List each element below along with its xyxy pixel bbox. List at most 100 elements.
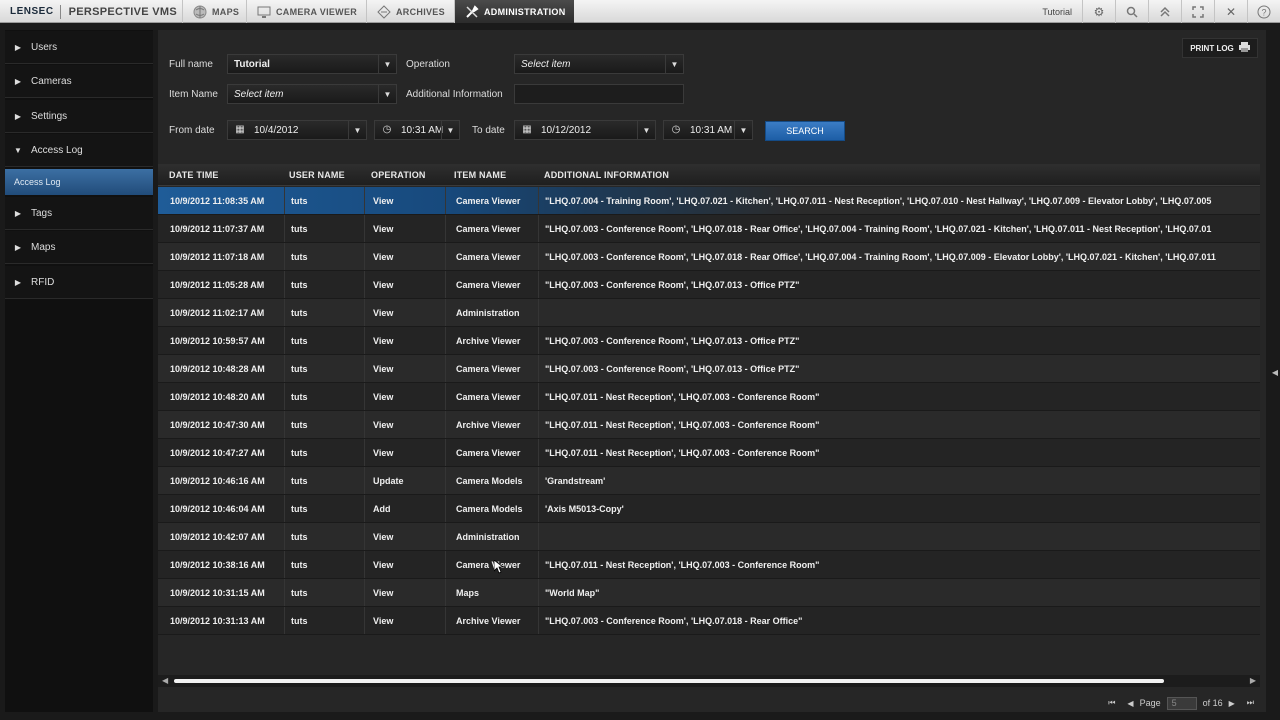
column-divider	[364, 187, 365, 214]
cell-user-name: tuts	[291, 615, 308, 626]
table-row[interactable]: 10/9/2012 11:05:28 AM tuts View Camera View…	[158, 271, 1260, 299]
sidebar-subitem-access-log[interactable]: Access Log	[5, 169, 153, 195]
to-time-picker[interactable]: ◷ 10:31 AM ▼	[663, 120, 753, 140]
table-row[interactable]: 10/9/2012 11:08:35 AM tuts View Camera View…	[158, 187, 1260, 215]
horizontal-scrollbar[interactable]: ◀ ▶	[158, 675, 1260, 687]
scrollbar-thumb[interactable]	[174, 679, 1164, 683]
cell-additional-info: "LHQ.07.011 - Nest Reception', 'LHQ.07.0…	[545, 559, 820, 570]
from-time-picker[interactable]: ◷ 10:31 AM ▼	[374, 120, 460, 140]
additional-info-input[interactable]	[514, 84, 684, 104]
chevron-down-icon[interactable]: ▼	[637, 121, 655, 139]
column-divider	[284, 495, 285, 522]
cell-item-name: Archive Viewer	[456, 335, 521, 346]
column-divider	[445, 495, 446, 522]
cell-date-time: 10/9/2012 11:05:28 AM	[170, 279, 265, 290]
chevron-down-icon[interactable]: ▼	[734, 121, 752, 139]
cell-date-time: 10/9/2012 11:02:17 AM	[170, 307, 265, 318]
table-row[interactable]: 10/9/2012 10:38:16 AM tuts View Camera View…	[158, 551, 1260, 579]
column-header-additional-info[interactable]: ADDITIONAL INFORMATION	[544, 164, 669, 186]
full-name-select[interactable]: Tutorial ▼	[227, 54, 397, 74]
current-user: Tutorial	[1042, 6, 1072, 17]
table-row[interactable]: 10/9/2012 10:31:13 AM tuts View Archive Vie…	[158, 607, 1260, 635]
cell-date-time: 10/9/2012 11:07:37 AM	[170, 223, 265, 234]
sidebar-item-tags[interactable]: ▶ Tags	[5, 197, 153, 230]
print-log-button[interactable]: PRINT LOG	[1182, 38, 1258, 58]
column-divider	[538, 579, 539, 606]
last-page-icon[interactable]: ⏭	[1247, 698, 1254, 708]
fullscreen-icon[interactable]	[1181, 0, 1214, 23]
table-row[interactable]: 10/9/2012 10:47:30 AM tuts View Archive Vie…	[158, 411, 1260, 439]
from-date-picker[interactable]: ▦ 10/4/2012 ▼	[227, 120, 367, 140]
sidebar-item-settings[interactable]: ▶ Settings	[5, 100, 153, 133]
chevron-down-icon[interactable]: ▼	[378, 85, 396, 103]
cell-user-name: tuts	[291, 307, 308, 318]
column-divider	[284, 215, 285, 242]
chevron-down-icon[interactable]: ▼	[378, 55, 396, 73]
table-row[interactable]: 10/9/2012 11:02:17 AM tuts View Administrat…	[158, 299, 1260, 327]
help-icon[interactable]: ?	[1247, 0, 1280, 23]
chevron-down-icon[interactable]: ▼	[665, 55, 683, 73]
table-row[interactable]: 10/9/2012 10:48:28 AM tuts View Camera View…	[158, 355, 1260, 383]
sidebar-item-access-log[interactable]: ▼ Access Log	[5, 134, 153, 167]
scroll-right-icon[interactable]: ▶	[1250, 675, 1256, 687]
table-row[interactable]: 10/9/2012 10:46:16 AM tuts Update Camera Mo…	[158, 467, 1260, 495]
search-icon[interactable]	[1115, 0, 1148, 23]
column-header-item-name[interactable]: ITEM NAME	[454, 164, 506, 186]
cell-additional-info: "LHQ.07.004 - Training Room', 'LHQ.07.02…	[545, 195, 1212, 206]
tab-archives[interactable]: ARCHIVES	[366, 0, 454, 23]
operation-select[interactable]: Select item ▼	[514, 54, 684, 74]
column-divider	[284, 551, 285, 578]
to-date-label: To date	[472, 125, 505, 136]
gear-icon[interactable]: ⚙	[1082, 0, 1115, 23]
scroll-left-icon[interactable]: ◀	[162, 675, 168, 687]
cell-item-name: Camera Viewer	[456, 223, 521, 234]
close-icon[interactable]: ✕	[1214, 0, 1247, 23]
chevron-down-icon[interactable]: ▼	[441, 121, 459, 139]
column-divider	[445, 551, 446, 578]
operation-value: Select item	[521, 58, 571, 70]
table-body: 10/9/2012 11:08:35 AM tuts View Camera View…	[158, 187, 1260, 677]
sidebar-item-users[interactable]: ▶ Users	[5, 31, 153, 64]
chevron-down-icon[interactable]: ▼	[348, 121, 366, 139]
column-header-user-name[interactable]: USER NAME	[289, 164, 345, 186]
table-row[interactable]: 10/9/2012 10:47:27 AM tuts View Camera View…	[158, 439, 1260, 467]
column-header-date-time[interactable]: DATE TIME	[169, 164, 219, 186]
column-divider	[445, 187, 446, 214]
table-row[interactable]: 10/9/2012 10:42:07 AM tuts View Administrat…	[158, 523, 1260, 551]
table-row[interactable]: 10/9/2012 10:31:15 AM tuts View Maps "World …	[158, 579, 1260, 607]
table-row[interactable]: 10/9/2012 11:07:37 AM tuts View Camera View…	[158, 215, 1260, 243]
item-name-value: Select item	[234, 88, 284, 100]
column-divider	[445, 271, 446, 298]
expand-arrow-icon: ▶	[14, 277, 22, 287]
sidebar-item-rfid[interactable]: ▶ RFID	[5, 266, 153, 299]
cell-additional-info: "LHQ.07.003 - Conference Room', 'LHQ.07.…	[545, 615, 803, 626]
panel-collapse-icon[interactable]: ◀	[1272, 368, 1278, 377]
column-header-operation[interactable]: OPERATION	[371, 164, 426, 186]
item-name-select[interactable]: Select item ▼	[227, 84, 397, 104]
sidebar-item-cameras[interactable]: ▶ Cameras	[5, 65, 153, 98]
expand-arrow-icon: ▶	[14, 208, 22, 218]
search-button[interactable]: SEARCH	[765, 121, 845, 141]
to-date-picker[interactable]: ▦ 10/12/2012 ▼	[514, 120, 656, 140]
table-row[interactable]: 10/9/2012 10:48:20 AM tuts View Camera View…	[158, 383, 1260, 411]
prev-page-icon[interactable]: ◀	[1127, 699, 1133, 708]
sidebar-item-maps[interactable]: ▶ Maps	[5, 231, 153, 264]
page-number-input[interactable]: 5	[1166, 696, 1197, 710]
column-divider	[284, 299, 285, 326]
table-row[interactable]: 10/9/2012 10:59:57 AM tuts View Archive Vie…	[158, 327, 1260, 355]
table-row[interactable]: 10/9/2012 11:07:18 AM tuts View Camera View…	[158, 243, 1260, 271]
table-row[interactable]: 10/9/2012 10:46:04 AM tuts Add Camera Model…	[158, 495, 1260, 523]
tab-camera-viewer[interactable]: CAMERA VIEWER	[246, 0, 366, 23]
column-divider	[445, 299, 446, 326]
tab-administration[interactable]: ADMINISTRATION	[454, 0, 574, 23]
collapse-icon[interactable]	[1148, 0, 1181, 23]
first-page-icon[interactable]: ⏮	[1108, 698, 1115, 708]
from-date-label: From date	[169, 125, 215, 136]
pagination: ⏮ ◀ Page 5 of 16 ▶ ⏭	[1102, 696, 1260, 710]
cell-user-name: tuts	[291, 391, 308, 402]
column-divider	[284, 383, 285, 410]
tab-maps[interactable]: MAPS	[182, 0, 246, 23]
cell-additional-info	[545, 523, 1260, 550]
next-page-icon[interactable]: ▶	[1229, 699, 1235, 708]
column-divider	[445, 327, 446, 354]
